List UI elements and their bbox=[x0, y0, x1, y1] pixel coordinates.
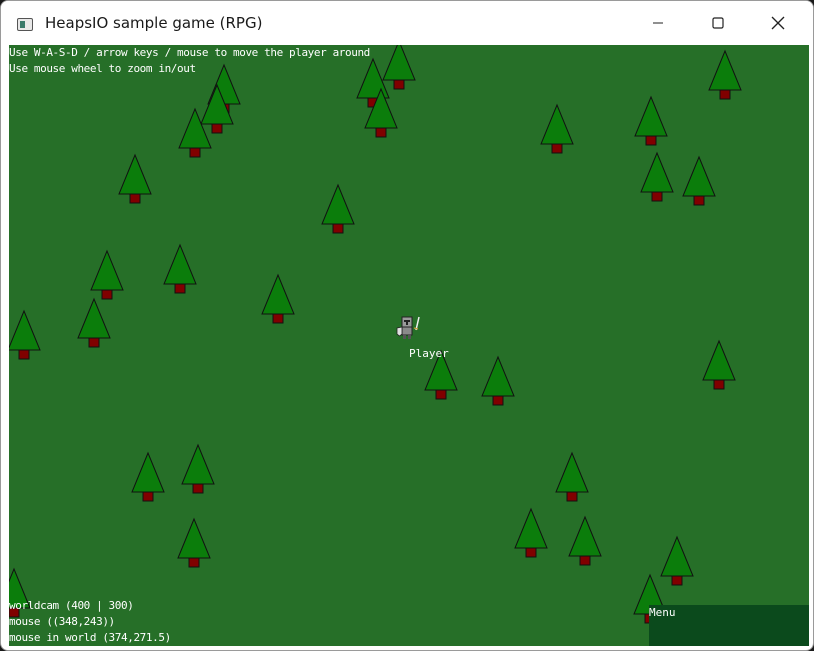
tree bbox=[118, 153, 152, 204]
tree bbox=[555, 451, 589, 502]
tree bbox=[481, 355, 515, 406]
tree bbox=[634, 95, 668, 146]
minimize-button[interactable] bbox=[635, 1, 681, 45]
player-sprite[interactable] bbox=[396, 316, 420, 339]
game-canvas[interactable]: Use W-A-S-D / arrow keys / mouse to move… bbox=[9, 45, 809, 646]
tree bbox=[261, 273, 295, 324]
tree bbox=[163, 243, 197, 294]
tree bbox=[660, 535, 694, 586]
menu-label: Menu bbox=[649, 606, 676, 619]
tree bbox=[708, 49, 742, 100]
tree bbox=[90, 249, 124, 300]
mouse-world-readout: mouse in world (374,271.5) bbox=[9, 631, 171, 644]
tree bbox=[181, 443, 215, 494]
minimize-icon bbox=[653, 22, 663, 24]
worldcam-readout: worldcam (400 | 300) bbox=[9, 599, 134, 612]
app-window: HeapsIO sample game (RPG) Use W-A-S-D / … bbox=[0, 0, 814, 651]
mouse-readout: mouse ((348,243)) bbox=[9, 615, 115, 628]
close-button[interactable] bbox=[755, 1, 801, 45]
game-world bbox=[9, 45, 742, 624]
player-label: Player bbox=[409, 347, 449, 360]
tree bbox=[77, 297, 111, 348]
tree bbox=[177, 517, 211, 568]
help-line: Use mouse wheel to zoom in/out bbox=[9, 62, 196, 75]
tree bbox=[702, 339, 736, 390]
tree bbox=[640, 151, 674, 202]
maximize-button[interactable] bbox=[695, 1, 741, 45]
window-title: HeapsIO sample game (RPG) bbox=[45, 14, 263, 32]
menu-button[interactable]: Menu bbox=[649, 605, 809, 646]
tree bbox=[131, 451, 165, 502]
close-icon bbox=[771, 16, 785, 30]
tree-layer bbox=[9, 45, 742, 624]
controls-help: Use W-A-S-D / arrow keys / mouse to move… bbox=[9, 45, 370, 77]
tree bbox=[682, 155, 716, 206]
tree bbox=[568, 515, 602, 566]
tree bbox=[540, 103, 574, 154]
tree bbox=[382, 45, 416, 90]
tree bbox=[514, 507, 548, 558]
title-bar[interactable]: HeapsIO sample game (RPG) bbox=[1, 1, 813, 45]
help-line: Use W-A-S-D / arrow keys / mouse to move… bbox=[9, 46, 370, 59]
tree bbox=[9, 309, 41, 360]
debug-info: worldcam (400 | 300) mouse ((348,243)) m… bbox=[9, 598, 171, 646]
app-icon bbox=[17, 18, 33, 31]
tree bbox=[321, 183, 355, 234]
maximize-icon bbox=[712, 17, 724, 29]
